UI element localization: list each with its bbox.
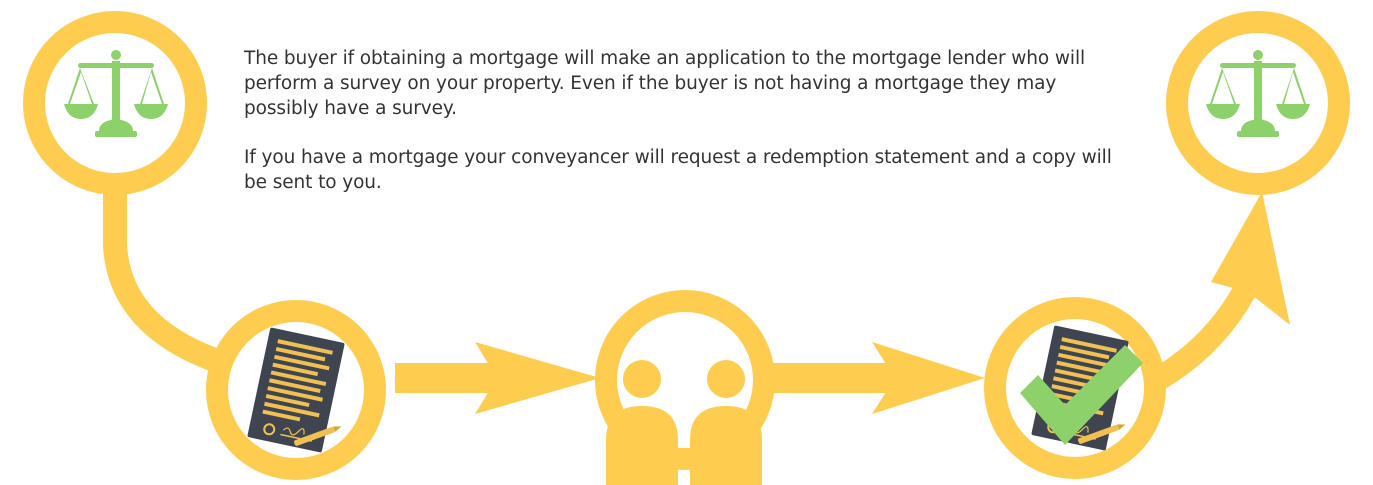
step-description: The buyer if obtaining a mortgage will m… xyxy=(244,46,1124,219)
step-2-node xyxy=(206,300,386,480)
step-5-node xyxy=(1166,11,1350,195)
connector-4-to-5 xyxy=(1153,284,1256,389)
description-paragraph-1: The buyer if obtaining a mortgage will m… xyxy=(244,48,1086,119)
step-4-node xyxy=(984,297,1166,479)
description-paragraph-2: If you have a mortgage your conveyancer … xyxy=(244,147,1112,193)
step-3-node xyxy=(595,290,775,485)
step-1-node xyxy=(23,11,207,195)
